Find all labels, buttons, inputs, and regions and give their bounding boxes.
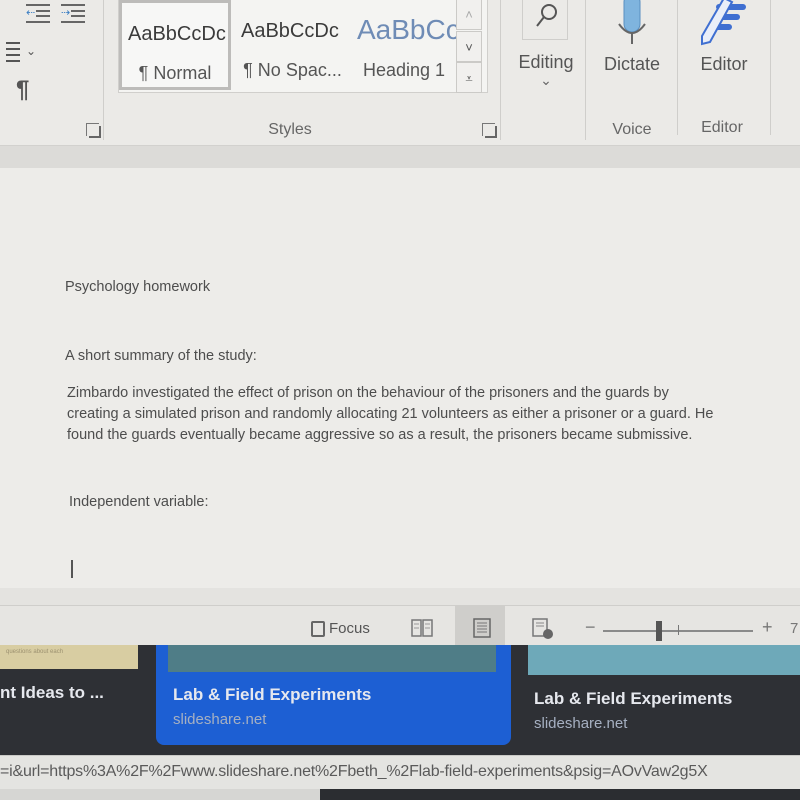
focus-label: Focus bbox=[329, 620, 370, 637]
result-card-highlighted[interactable]: Lab & Field Experiments slideshare.net bbox=[156, 645, 511, 745]
read-mode-button[interactable] bbox=[411, 618, 433, 638]
result-thumbnail bbox=[168, 645, 496, 672]
search-icon-frame bbox=[522, 0, 568, 40]
editor-label: Editor bbox=[700, 54, 748, 74]
zoom-in-button[interactable]: + bbox=[762, 617, 773, 638]
result-site: slideshare.net bbox=[173, 711, 267, 728]
zoom-percentage[interactable]: 7 bbox=[790, 620, 798, 637]
ribbon-shadow-band bbox=[0, 146, 800, 168]
chevron-down-icon[interactable]: ⌄ bbox=[26, 44, 36, 58]
browser-related-results: questions about each nt Ideas to ... Lab… bbox=[0, 645, 800, 755]
search-icon bbox=[536, 4, 557, 27]
focus-button[interactable]: Focus bbox=[311, 620, 370, 638]
paragraph-dialog-launcher-icon[interactable] bbox=[86, 123, 99, 136]
independent-variable-label: Independent variable: bbox=[69, 494, 209, 510]
style-name: ¶ Normal bbox=[138, 63, 212, 83]
zoom-slider-thumb[interactable] bbox=[656, 621, 662, 641]
result-thumbnail: questions about each bbox=[0, 645, 138, 669]
styles-dialog-launcher-icon[interactable] bbox=[482, 123, 495, 136]
styles-more-button[interactable]: ⩡ bbox=[456, 62, 482, 93]
editor-pen-icon bbox=[701, 0, 746, 46]
styles-scroll-down-button[interactable]: ˅ bbox=[456, 31, 482, 62]
web-layout-icon bbox=[532, 618, 553, 639]
voice-group-label: Voice bbox=[612, 121, 652, 138]
style-name: Heading 1 bbox=[362, 60, 446, 80]
document-page[interactable]: Psychology homework A short summary of t… bbox=[0, 168, 800, 588]
result-thumbnail bbox=[528, 645, 800, 675]
web-layout-button[interactable] bbox=[531, 618, 553, 639]
pilcrow-icon[interactable]: ¶ bbox=[16, 76, 29, 104]
summary-line: creating a simulated prison and randomly… bbox=[67, 406, 714, 422]
ribbon: ⇠ ⇢ ⌄ ¶ AaBbCcDc ¶ Normal AaBbCcDc ¶ No … bbox=[0, 0, 800, 146]
result-card[interactable]: questions about each nt Ideas to ... bbox=[0, 645, 145, 745]
style-sample: AaBbCcDc bbox=[128, 23, 226, 45]
group-separator bbox=[585, 0, 586, 140]
summary-heading: A short summary of the study: bbox=[65, 348, 257, 364]
style-sample: AaBbCc bbox=[357, 14, 457, 45]
page-icon bbox=[473, 618, 491, 638]
book-icon bbox=[411, 619, 433, 637]
result-title: Lab & Field Experiments bbox=[173, 685, 372, 704]
document-title-line: Psychology homework bbox=[65, 279, 211, 295]
result-title: nt Ideas to ... bbox=[0, 683, 104, 702]
summary-line: Zimbardo investigated the effect of pris… bbox=[67, 385, 669, 401]
link-status-bar: =i&url=https%3A%2F%2Fwww.slideshare.net%… bbox=[0, 755, 800, 790]
group-separator bbox=[103, 0, 104, 140]
line-spacing-icon[interactable]: ⌄ bbox=[0, 40, 36, 64]
dictate-label: Dictate bbox=[603, 54, 661, 74]
result-site: slideshare.net bbox=[534, 715, 628, 732]
editing-label: Editing bbox=[518, 52, 574, 72]
link-url: =i&url=https%3A%2F%2Fwww.slideshare.net%… bbox=[0, 763, 708, 780]
zoom-slider-tick bbox=[678, 625, 679, 635]
styles-group-label: Styles bbox=[268, 121, 312, 138]
editor-group-label: Editor bbox=[701, 119, 743, 136]
styles-gallery: AaBbCcDc ¶ Normal AaBbCcDc ¶ No Spac... … bbox=[118, 0, 488, 93]
group-separator bbox=[770, 0, 771, 135]
summary-line: found the guards eventually became aggre… bbox=[67, 427, 693, 443]
increase-indent-icon[interactable]: ⇢ bbox=[61, 4, 85, 23]
style-normal[interactable]: AaBbCcDc ¶ Normal bbox=[119, 0, 231, 90]
result-card[interactable]: Lab & Field Experiments slideshare.net bbox=[528, 645, 800, 745]
group-separator bbox=[677, 0, 678, 135]
style-no-spacing[interactable]: AaBbCcDc ¶ No Spac... bbox=[235, 0, 350, 90]
group-separator bbox=[500, 0, 501, 140]
decrease-indent-icon[interactable]: ⇠ bbox=[26, 4, 50, 23]
text-cursor bbox=[71, 560, 73, 578]
screen-bottom-edge bbox=[0, 789, 800, 800]
status-bar: Focus − + 7 bbox=[0, 605, 800, 646]
style-name: ¶ No Spac... bbox=[243, 60, 342, 80]
result-title: Lab & Field Experiments bbox=[534, 689, 733, 708]
chevron-down-icon: ⌄ bbox=[540, 72, 552, 88]
print-layout-button[interactable] bbox=[471, 618, 493, 638]
zoom-out-button[interactable]: − bbox=[585, 617, 596, 638]
style-heading-1[interactable]: AaBbCc Heading 1 bbox=[351, 0, 457, 90]
focus-icon bbox=[311, 621, 325, 638]
style-sample: AaBbCcDc bbox=[241, 20, 339, 42]
styles-scroll-up-button[interactable]: ˄ bbox=[456, 0, 482, 30]
microphone-icon bbox=[618, 0, 646, 44]
